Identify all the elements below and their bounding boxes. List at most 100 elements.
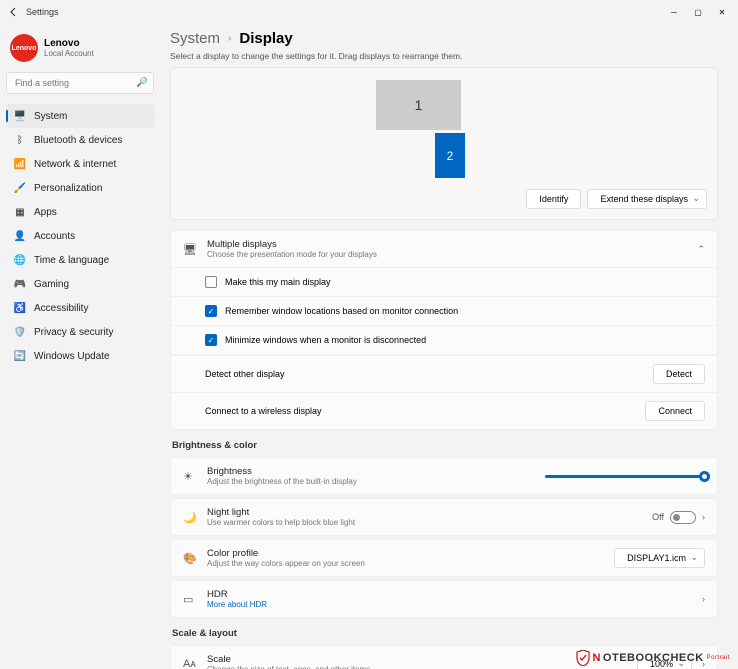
brightness-row: ☀ Brightness Adjust the brightness of th… bbox=[170, 457, 718, 495]
nav-label: Accessibility bbox=[34, 303, 88, 314]
user-sub: Local Account bbox=[44, 49, 94, 58]
breadcrumb: System › Display bbox=[170, 30, 718, 47]
nightlight-icon: 🌙 bbox=[183, 511, 197, 524]
colorprofile-title: Color profile bbox=[207, 548, 604, 559]
identify-button[interactable]: Identify bbox=[526, 189, 581, 209]
colorprofile-dropdown[interactable]: DISPLAY1.icm bbox=[614, 548, 705, 568]
search-box: 🔎 bbox=[6, 72, 154, 94]
sidebar-item-bluetooth-devices[interactable]: ᛒ Bluetooth & devices bbox=[6, 128, 154, 152]
hdr-icon: ▭ bbox=[183, 593, 197, 606]
minimize-label: Minimize windows when a monitor is disco… bbox=[225, 335, 426, 345]
content: System › Display Select a display to cha… bbox=[160, 24, 738, 669]
hdr-link[interactable]: More about HDR bbox=[207, 600, 692, 609]
wireless-row: Connect to a wireless display Connect bbox=[171, 392, 717, 429]
colorprofile-row[interactable]: 🎨 Color profile Adjust the way colors ap… bbox=[170, 539, 718, 577]
minimize-button[interactable]: ─ bbox=[662, 2, 686, 22]
scale-title: Scale bbox=[207, 654, 627, 665]
nav-icon: 🔄 bbox=[14, 350, 26, 362]
multiple-displays-header[interactable]: 🖥 Multiple displays Choose the presentat… bbox=[171, 231, 717, 267]
close-button[interactable]: ✕ bbox=[710, 2, 734, 22]
sidebar-item-windows-update[interactable]: 🔄 Windows Update bbox=[6, 344, 154, 368]
detect-row: Detect other display Detect bbox=[171, 355, 717, 392]
nightlight-title: Night light bbox=[207, 507, 642, 518]
nightlight-sub: Use warmer colors to help block blue lig… bbox=[207, 518, 642, 527]
extend-dropdown[interactable]: Extend these displays bbox=[587, 189, 707, 209]
nav-icon: 👤 bbox=[14, 230, 26, 242]
back-button[interactable] bbox=[4, 2, 24, 22]
minimize-checkbox[interactable]: ✓ bbox=[205, 334, 217, 346]
nav-icon: 🎮 bbox=[14, 278, 26, 290]
search-input[interactable] bbox=[6, 72, 154, 94]
shield-icon bbox=[576, 650, 590, 666]
window-title: Settings bbox=[26, 7, 59, 17]
brightness-slider[interactable] bbox=[545, 475, 705, 478]
nav-icon: 🛡️ bbox=[14, 326, 26, 338]
search-icon: 🔎 bbox=[137, 77, 148, 88]
breadcrumb-current: Display bbox=[239, 30, 292, 47]
sidebar-item-privacy-security[interactable]: 🛡️Privacy & security bbox=[6, 320, 154, 344]
colorprofile-sub: Adjust the way colors appear on your scr… bbox=[207, 559, 604, 568]
hdr-title: HDR bbox=[207, 589, 692, 600]
display-arrange-panel: 1 2 Identify Extend these displays bbox=[170, 67, 718, 220]
nav-icon: 🌐 bbox=[14, 254, 26, 266]
nav-icon: 📶 bbox=[14, 158, 26, 170]
monitor-2[interactable]: 2 bbox=[435, 133, 465, 178]
wireless-label: Connect to a wireless display bbox=[205, 406, 322, 416]
chevron-right-icon: › bbox=[702, 594, 705, 604]
nav-icon: 🖥️ bbox=[14, 110, 26, 122]
main-display-checkbox[interactable] bbox=[205, 276, 217, 288]
sidebar-item-time-language[interactable]: 🌐 Time & language bbox=[6, 248, 154, 272]
monitor-1[interactable]: 1 bbox=[376, 80, 461, 130]
connect-button[interactable]: Connect bbox=[645, 401, 705, 421]
sidebar-item-gaming[interactable]: 🎮 Gaming bbox=[6, 272, 154, 296]
sidebar-item-personalization[interactable]: 🖌️ Personalization bbox=[6, 176, 154, 200]
watermark-n: N bbox=[592, 652, 600, 664]
sidebar-item-network-internet[interactable]: 📶 Network & internet bbox=[6, 152, 154, 176]
monitor-canvas: 1 2 bbox=[181, 78, 707, 183]
section-scale-layout: Scale & layout bbox=[172, 628, 718, 639]
nav-label: Time & language bbox=[34, 255, 109, 266]
watermark-sub: Portrait bbox=[707, 655, 730, 661]
multiple-displays-card: 🖥 Multiple displays Choose the presentat… bbox=[170, 230, 718, 430]
nav-label: Bluetooth & devices bbox=[34, 135, 122, 146]
brightness-sub: Adjust the brightness of the built-in di… bbox=[207, 477, 535, 486]
nav-label: Gaming bbox=[34, 279, 69, 290]
maximize-button[interactable]: ▢ bbox=[686, 2, 710, 22]
nightlight-row[interactable]: 🌙 Night light Use warmer colors to help … bbox=[170, 498, 718, 536]
instruction-text: Select a display to change the settings … bbox=[170, 51, 718, 61]
breadcrumb-parent[interactable]: System bbox=[170, 30, 220, 47]
remember-label: Remember window locations based on monit… bbox=[225, 306, 458, 316]
sidebar-item-system[interactable]: 🖥️ System bbox=[6, 104, 154, 128]
chevron-up-icon: ⌃ bbox=[697, 244, 705, 255]
nav-icon: ᛒ bbox=[14, 134, 26, 146]
chevron-right-icon: › bbox=[702, 512, 705, 522]
card-title: Multiple displays bbox=[207, 239, 687, 250]
sidebar-item-accounts[interactable]: 👤Accounts bbox=[6, 224, 154, 248]
colorprofile-icon: 🎨 bbox=[183, 552, 197, 565]
card-sub: Choose the presentation mode for your di… bbox=[207, 250, 687, 259]
detect-button[interactable]: Detect bbox=[653, 364, 705, 384]
titlebar: Settings ─ ▢ ✕ bbox=[0, 0, 738, 24]
nav-label: Personalization bbox=[34, 183, 102, 194]
hdr-row[interactable]: ▭ HDR More about HDR › bbox=[170, 580, 718, 618]
nav-icon: 🖌️ bbox=[14, 182, 26, 194]
sidebar: Lenovo Lenovo Local Account 🔎 🖥️ System ᛒB… bbox=[0, 24, 160, 669]
minimize-row: ✓ Minimize windows when a monitor is dis… bbox=[171, 326, 717, 355]
nightlight-toggle[interactable] bbox=[670, 511, 696, 524]
main-display-label: Make this my main display bbox=[225, 277, 331, 287]
brightness-title: Brightness bbox=[207, 466, 535, 477]
nav-label: Windows Update bbox=[34, 351, 110, 362]
main-display-row: Make this my main display bbox=[171, 268, 717, 297]
nav-icon: ▦ bbox=[14, 206, 26, 218]
nav-label: System bbox=[34, 111, 67, 122]
nav-label: Network & internet bbox=[34, 159, 116, 170]
nav-label: Apps bbox=[34, 207, 57, 218]
user-block[interactable]: Lenovo Lenovo Local Account bbox=[6, 28, 154, 72]
sidebar-item-apps[interactable]: ▦ Apps bbox=[6, 200, 154, 224]
watermark: NOTEBOOKCHECK Portrait bbox=[576, 650, 730, 666]
sidebar-item-accessibility[interactable]: ♿Accessibility bbox=[6, 296, 154, 320]
remember-checkbox[interactable]: ✓ bbox=[205, 305, 217, 317]
scale-icon: Aᴀ bbox=[183, 658, 197, 669]
section-brightness-color: Brightness & color bbox=[172, 440, 718, 451]
detect-label: Detect other display bbox=[205, 369, 285, 379]
